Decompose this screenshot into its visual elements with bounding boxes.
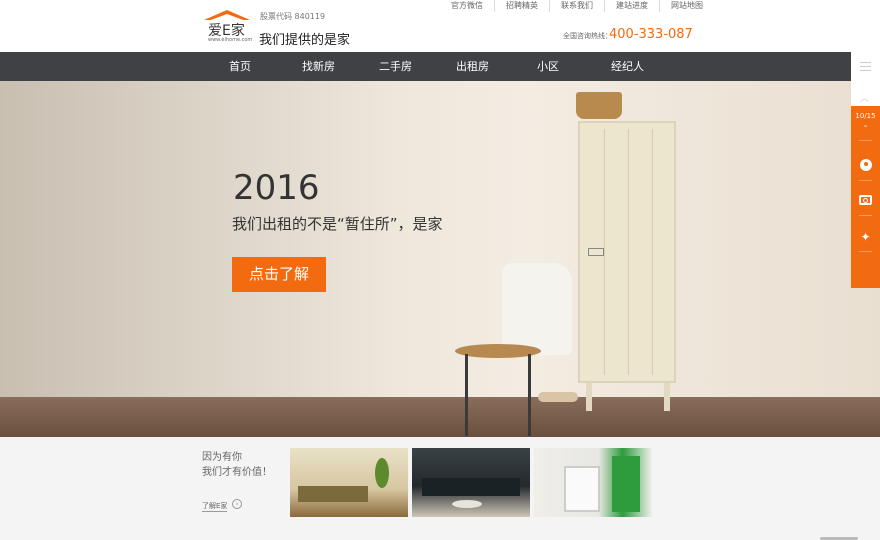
- camera-lens: [863, 198, 868, 203]
- sofa-shape: [298, 486, 368, 502]
- sidebar-divider: [859, 215, 872, 216]
- nav-item-second-hand[interactable]: 二手房: [379, 52, 412, 81]
- shirt-image: [502, 263, 572, 355]
- top-link-progress[interactable]: 建站进度: [605, 0, 660, 12]
- hero-banner: 2016 我们出租的不是“暂住所”，是家 点击了解: [0, 81, 880, 437]
- table-shape: [452, 500, 482, 508]
- cabinet-panel-line: [628, 129, 629, 375]
- cabinet-panel-line: [604, 129, 605, 375]
- logo[interactable]: 爱E家 www.eihome.com: [200, 8, 254, 44]
- arrow-right-icon[interactable]: ›: [232, 499, 242, 509]
- sofa-shape: [422, 478, 520, 496]
- sidebar-divider: [859, 180, 872, 181]
- learn-eihome-link[interactable]: 了解E家: [202, 501, 228, 512]
- shelf-shape: [564, 466, 600, 512]
- hotline-number: 400-333-087: [609, 27, 693, 42]
- top-link-careers[interactable]: 招聘精英: [495, 0, 550, 12]
- slogan: 我们提供的是家: [259, 33, 351, 48]
- nav-item-home[interactable]: 首页: [229, 52, 251, 81]
- top-link-wechat[interactable]: 官方微信: [440, 0, 495, 12]
- user-icon[interactable]: [851, 157, 880, 177]
- chair-leg: [528, 354, 531, 436]
- stock-code: 股票代码 840119: [260, 12, 326, 21]
- green-shelf-shape: [612, 456, 640, 512]
- hero-subtitle: 我们出租的不是“暂住所”，是家: [232, 215, 443, 233]
- bottom-line-2: 我们才有价值！: [202, 467, 272, 478]
- cabinet-image: [578, 121, 676, 383]
- up-arrow-icon[interactable]: ︿: [860, 91, 869, 104]
- nav-item-new-homes[interactable]: 找新房: [302, 52, 335, 81]
- cabinet-leg: [586, 383, 592, 411]
- top-link-contact[interactable]: 联系我们: [550, 0, 605, 12]
- learn-more-button[interactable]: 点击了解: [232, 257, 326, 292]
- basket-image: [576, 92, 622, 119]
- logo-url: www.eihome.com: [208, 37, 253, 43]
- sidebar-divider: [859, 251, 872, 252]
- menu-icon[interactable]: [860, 62, 871, 71]
- chevron-down-icon[interactable]: ⌄: [851, 121, 880, 129]
- living-room-thumbnail[interactable]: [290, 448, 408, 517]
- page-indicator: 10/15: [855, 112, 876, 120]
- twitter-icon[interactable]: ✦: [851, 228, 880, 248]
- sidebar-divider: [859, 140, 872, 141]
- shelves-thumbnail[interactable]: [534, 448, 652, 517]
- camera-icon[interactable]: [851, 192, 880, 212]
- nav-item-agents[interactable]: 经纪人: [611, 52, 644, 81]
- nav-item-community[interactable]: 小区: [537, 52, 559, 81]
- wood-floor: [0, 397, 880, 437]
- main-nav: 首页 找新房 二手房 出租房 小区 经纪人: [0, 52, 880, 81]
- bottom-section: 因为有你 我们才有价值！ 了解E家 ›: [0, 437, 880, 540]
- user-icon-head: [864, 162, 868, 166]
- nav-item-rental[interactable]: 出租房: [456, 52, 489, 81]
- top-link-sitemap[interactable]: 网站地图: [660, 0, 714, 12]
- lounge-thumbnail[interactable]: [412, 448, 530, 517]
- header: 爱E家 www.eihome.com 股票代码 840119 我们提供的是家 官…: [0, 0, 880, 52]
- cabinet-panel-line: [652, 129, 653, 375]
- hotline-label: 全国咨询热线：: [563, 32, 612, 40]
- plant-shape: [375, 458, 389, 488]
- cabinet-handle: [588, 248, 604, 256]
- top-links: 官方微信 招聘精英 联系我们 建站进度 网站地图: [440, 0, 714, 12]
- bottom-line-1: 因为有你: [202, 452, 242, 463]
- chair-leg: [465, 354, 468, 436]
- cabinet-leg: [664, 383, 670, 411]
- shoes-image: [538, 392, 578, 402]
- hero-year: 2016: [233, 168, 320, 208]
